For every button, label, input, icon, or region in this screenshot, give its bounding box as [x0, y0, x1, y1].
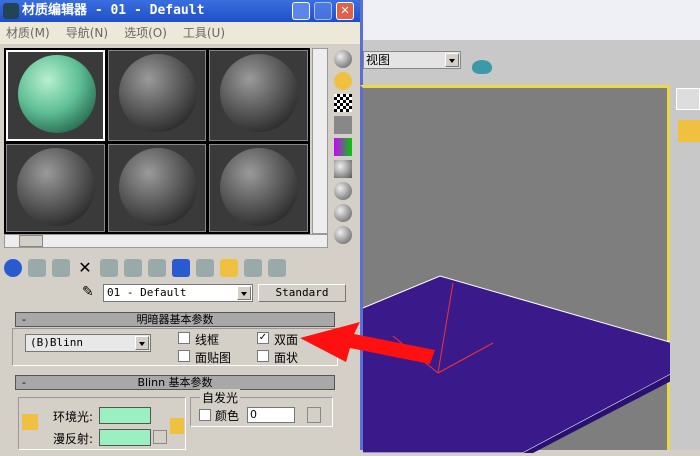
- sample-slot[interactable]: [6, 50, 105, 141]
- color-label: 颜色: [215, 409, 240, 423]
- background-checker-icon[interactable]: [334, 94, 352, 112]
- arrow-shape: [300, 322, 435, 364]
- two-sided-checkbox[interactable]: ✓: [257, 332, 269, 344]
- vertical-scrollbar[interactable]: [312, 48, 328, 234]
- wire-label: 线框: [195, 333, 220, 347]
- blinn-rollout-header[interactable]: - Blinn 基本参数: [15, 375, 335, 390]
- sample-sphere: [118, 147, 197, 226]
- chevron-down-icon[interactable]: [237, 286, 251, 300]
- sample-slot[interactable]: [209, 50, 308, 141]
- menu-navigation[interactable]: 导航(N): [66, 26, 108, 40]
- ambient-map-icon[interactable]: [22, 414, 38, 430]
- red-arrow-annotation: [300, 322, 435, 364]
- assign-to-selection-icon[interactable]: [52, 259, 70, 277]
- sample-slots: [4, 48, 310, 234]
- ambient-label: 环境光:: [53, 410, 94, 424]
- sample-slot[interactable]: [107, 143, 207, 232]
- get-material-icon[interactable]: [4, 259, 22, 277]
- rollout-title: Blinn 基本参数: [137, 376, 213, 389]
- sample-sphere: [220, 54, 299, 132]
- close-button[interactable]: ✕: [336, 2, 354, 20]
- minimize-button[interactable]: [292, 2, 310, 20]
- diffuse-label: 漫反射:: [53, 432, 94, 446]
- command-panel: [670, 85, 700, 450]
- sample-sphere: [18, 55, 96, 133]
- view-dropdown[interactable]: 视图: [363, 51, 461, 69]
- diffuse-color-swatch[interactable]: [99, 429, 151, 446]
- viewport-scene: [357, 275, 674, 454]
- shader-value: (B)Blinn: [30, 336, 83, 349]
- eyedropper-icon[interactable]: ✎: [82, 284, 94, 300]
- sample-slot[interactable]: [107, 50, 207, 141]
- illum-value: 0: [250, 408, 257, 421]
- sample-slot[interactable]: [209, 143, 308, 232]
- sample-slot[interactable]: [6, 143, 105, 232]
- horizontal-scrollbar[interactable]: [4, 234, 328, 248]
- self-illum-map-button[interactable]: [307, 407, 321, 423]
- side-toolbar: [332, 48, 356, 248]
- make-unique-icon[interactable]: [124, 259, 142, 277]
- diffuse-map-button[interactable]: [153, 430, 167, 444]
- rollout-title: 明暗器基本参数: [136, 313, 214, 326]
- horizontal-toolbar: ✕: [4, 256, 356, 280]
- material-name: 01 - Default: [107, 286, 187, 299]
- ambient-color-swatch[interactable]: [99, 407, 151, 424]
- maximize-button[interactable]: [314, 2, 332, 20]
- shader-rollout-header[interactable]: - 明暗器基本参数: [15, 312, 335, 327]
- menu-options[interactable]: 选项(O): [124, 26, 167, 40]
- uv-tiling-icon[interactable]: [334, 116, 352, 134]
- sample-sphere: [118, 54, 197, 132]
- window-title: 材质编辑器 - 01 - Default: [22, 3, 205, 18]
- video-color-icon[interactable]: [334, 138, 352, 156]
- view-label: 视图: [366, 53, 391, 67]
- sample-type-icon[interactable]: [334, 50, 352, 68]
- face-map-checkbox[interactable]: [178, 350, 190, 362]
- viewport[interactable]: [357, 85, 674, 454]
- put-to-scene-icon[interactable]: [28, 259, 46, 277]
- show-end-result-icon[interactable]: [220, 259, 238, 277]
- select-by-material-icon[interactable]: [334, 204, 352, 222]
- material-effects-channel-icon[interactable]: [172, 259, 190, 277]
- material-navigator-icon[interactable]: [334, 226, 352, 244]
- title-bar: 材质编辑器 - 01 - Default ✕: [0, 0, 360, 22]
- material-type-button[interactable]: Standard: [258, 284, 346, 302]
- desktop-area: [360, 0, 700, 40]
- options-icon[interactable]: [334, 182, 352, 200]
- wire-checkbox[interactable]: [178, 332, 190, 344]
- face-map-label: 面贴图: [195, 351, 232, 365]
- material-name-field[interactable]: 01 - Default: [103, 284, 253, 302]
- put-to-library-icon[interactable]: [148, 259, 166, 277]
- shader-dropdown[interactable]: (B)Blinn: [25, 334, 151, 352]
- make-preview-icon[interactable]: [334, 160, 352, 178]
- faceted-checkbox[interactable]: [257, 350, 269, 362]
- self-illum-label: 自发光: [200, 389, 241, 406]
- menu-material[interactable]: 材质(M): [6, 26, 50, 40]
- make-copy-icon[interactable]: [100, 259, 118, 277]
- menu-utilities[interactable]: 工具(U): [183, 26, 225, 40]
- self-illum-spinner[interactable]: 0: [247, 407, 295, 423]
- sphere-icon[interactable]: [678, 120, 700, 142]
- scroll-thumb[interactable]: [19, 235, 43, 247]
- sample-sphere: [220, 147, 299, 226]
- go-forward-sibling-icon[interactable]: [268, 259, 286, 277]
- sample-sphere: [17, 147, 95, 226]
- app-icon: [3, 3, 19, 19]
- self-illum-color-checkbox[interactable]: [199, 409, 211, 421]
- menu-bar: 材质(M) 导航(N) 选项(O) 工具(U): [0, 22, 360, 44]
- chevron-down-icon[interactable]: [445, 53, 459, 67]
- go-to-parent-icon[interactable]: [244, 259, 262, 277]
- create-tab-icon[interactable]: [676, 88, 700, 110]
- teapot-render-icon[interactable]: [472, 60, 492, 74]
- backlight-icon[interactable]: [334, 72, 352, 90]
- lock-icon[interactable]: [170, 418, 184, 434]
- delete-icon[interactable]: ✕: [76, 259, 94, 277]
- show-map-icon[interactable]: [196, 259, 214, 277]
- material-editor-window: 材质编辑器 - 01 - Default ✕ 材质(M) 导航(N) 选项(O) 工具…: [0, 0, 360, 450]
- chevron-down-icon[interactable]: [135, 336, 149, 350]
